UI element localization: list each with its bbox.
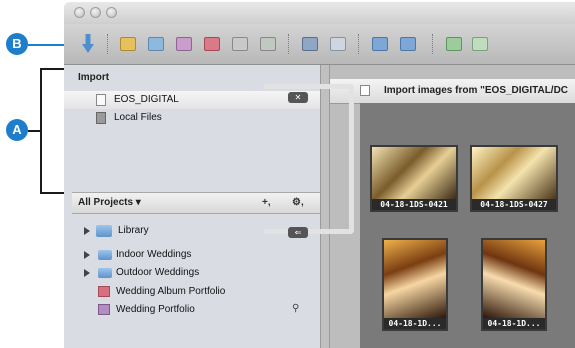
stack-icon[interactable] [302,37,318,51]
import-arrow-icon[interactable] [82,34,94,54]
magnifier-icon[interactable]: ⚲ [292,303,299,314]
folder-icon [98,268,112,278]
minimize-button[interactable] [90,7,101,18]
thumbnail[interactable]: 04-18-1DS-0427 [470,145,558,212]
folder-item-indoor[interactable]: Indoor Weddings [64,246,320,264]
all-projects-menu[interactable]: All Projects ▾ [78,197,141,208]
callout-connector [264,84,354,234]
callout-b: B [6,33,28,55]
folder-label: Outdoor Weddings [116,267,200,278]
album-item-wedding-portfolio[interactable]: Wedding Portfolio ⚲ [64,301,320,319]
hard-disk-icon [96,112,106,124]
email-icon[interactable] [446,37,462,51]
smart-album-icon [98,304,110,315]
import-item-label: EOS_DIGITAL [114,94,179,105]
new-album-icon[interactable] [176,37,192,51]
new-project-icon[interactable] [120,37,136,51]
album-label: Wedding Album Portfolio [116,286,226,297]
thumbnail-caption: 04-18-1DS-0427 [472,199,556,210]
photo [472,147,556,199]
close-button[interactable] [74,7,85,18]
import-panel-title: Import images from "EOS_DIGITAL/DC [384,85,569,96]
disclosure-triangle-icon[interactable] [84,269,90,277]
import-panel: Import images from "EOS_DIGITAL/DC 04-18… [330,65,575,348]
thumbnail-caption: 04-18-1DS-0421 [372,199,456,210]
library-icon [96,225,112,237]
disclosure-triangle-icon[interactable] [84,251,90,259]
new-light-table-icon[interactable] [232,37,248,51]
thumbnail-caption: 04-18-1D... [384,318,446,329]
thumbnail[interactable]: 04-18-1DS-0421 [370,145,458,212]
import-checkbox[interactable] [360,85,370,96]
toolbar [64,24,575,65]
aperture-window: Import EOS_DIGITAL Local Files All Proje… [64,2,575,348]
import-panel-header: Import images from "EOS_DIGITAL/DC [330,79,575,104]
folder-icon [98,250,112,260]
callout-a: A [6,119,28,141]
print-icon[interactable] [472,37,488,51]
title-bar [64,2,575,24]
drive-icon [96,94,106,106]
thumbnail[interactable]: 04-18-1D... [382,238,448,331]
album-label: Wedding Portfolio [116,304,195,315]
compare-icon[interactable] [372,37,388,51]
close-import-button[interactable]: ✕ [288,92,308,103]
unstack-icon[interactable] [330,37,346,51]
new-book-icon[interactable] [204,37,220,51]
folder-label: Indoor Weddings [116,249,192,260]
zoom-button[interactable] [106,7,117,18]
thumbnail-grid: 04-18-1DS-0421 04-18-1DS-0427 04-18-1D..… [360,103,575,348]
new-folder-icon[interactable] [148,37,164,51]
disclosure-triangle-icon[interactable] [84,227,90,235]
photo [372,147,456,199]
photo [384,240,446,318]
new-web-gallery-icon[interactable] [260,37,276,51]
album-item-wedding-album-portfolio[interactable]: Wedding Album Portfolio [64,283,320,301]
folder-item-outdoor[interactable]: Outdoor Weddings [64,264,320,282]
toolbar-separator [107,34,109,54]
back-arrow-button[interactable]: ⇐ [288,227,308,238]
import-section-header: Import [78,72,110,83]
toolbar-separator [358,34,360,54]
album-icon [98,286,110,297]
toolbar-separator [432,34,434,54]
toolbar-separator [288,34,290,54]
thumbnail-caption: 04-18-1D... [483,318,545,329]
callout-a-line [28,130,40,132]
split-view-icon[interactable] [400,37,416,51]
library-label: Library [118,225,149,236]
thumbnail[interactable]: 04-18-1D... [481,238,547,331]
photo [483,240,545,318]
import-item-label: Local Files [114,112,162,123]
